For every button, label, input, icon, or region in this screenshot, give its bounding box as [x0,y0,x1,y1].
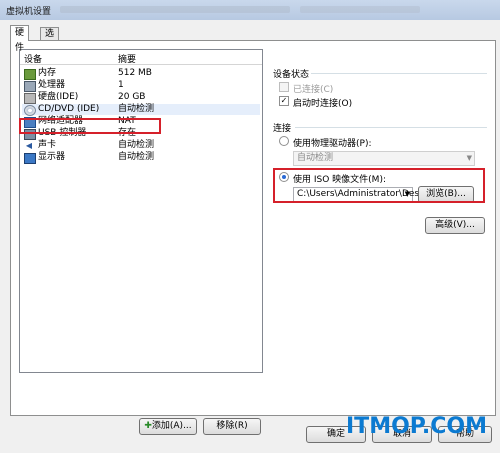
watermark-text: ITMOP.COM [346,414,487,439]
device-summary: 自动检测 [118,104,155,114]
tab-hardware[interactable]: 硬件 [10,25,30,53]
physical-drive-value: 自动检测 [297,153,334,163]
tab-options[interactable]: 选项 [40,27,60,52]
device-row-display[interactable]: 显示器 自动检测 [22,152,260,164]
column-summary[interactable]: 摘要 [118,52,136,65]
vm-settings-dialog: 硬件 选项 设备 摘要 内存 512 MB 处理器 1 硬盘(IDE) 2 [4,20,496,450]
physical-drive-radio[interactable] [279,136,289,146]
remove-button[interactable]: 移除(R) [203,418,261,435]
chevron-down-icon: ▼ [466,154,472,162]
device-name: 声卡 [38,140,57,150]
device-name: 显示器 [38,152,66,162]
add-icon: ✚ [144,421,152,431]
device-status-title: 设备状态 [273,70,310,80]
connected-label: 已连接(C) [293,85,334,95]
hardware-panel: 设备 摘要 内存 512 MB 处理器 1 硬盘(IDE) 20 GB CD/D… [10,40,496,435]
connect-at-power-on-checkbox[interactable]: ✓ [279,96,289,106]
device-row-sound[interactable]: ◀ 声卡 自动检测 [22,140,260,151]
device-summary: 512 MB [118,68,152,78]
device-name: 硬盘(IDE) [38,92,79,102]
device-name: 内存 [38,68,57,78]
device-row-processor[interactable]: 处理器 1 [22,80,260,92]
cdrom-icon [24,105,36,116]
title-bar: 虚拟机设置 [0,0,500,20]
connected-checkbox[interactable] [279,82,289,92]
device-row-memory[interactable]: 内存 512 MB [22,68,260,80]
title-bar-blur [60,6,290,13]
device-summary: 自动检测 [118,152,155,162]
monitor-icon [24,153,36,164]
device-list-header: 设备 摘要 [20,50,262,65]
memory-icon [24,69,36,80]
device-row-harddisk[interactable]: 硬盘(IDE) 20 GB [22,92,260,104]
title-bar-blur [300,6,420,13]
device-summary: 自动检测 [118,140,155,150]
iso-highlight-box [273,168,485,203]
window-title: 虚拟机设置 [6,7,52,17]
device-list[interactable]: 设备 摘要 内存 512 MB 处理器 1 硬盘(IDE) 20 GB CD/D… [19,49,263,373]
processor-icon [24,81,36,92]
connect-at-power-on-label: 启动时连接(O) [293,99,353,109]
connection-title: 连接 [273,124,292,134]
divider [295,127,487,128]
add-button[interactable]: ✚添加(A)... [139,418,197,435]
add-button-label: 添加(A)... [151,421,192,431]
device-name: 处理器 [38,80,66,90]
device-name: CD/DVD (IDE) [38,104,100,114]
divider [311,73,487,74]
device-summary: 1 [118,80,124,90]
speaker-icon: ◀ [25,141,33,150]
cdrom-highlight-box [19,118,161,134]
harddisk-icon [24,93,36,104]
physical-drive-label: 使用物理驱动器(P): [293,139,372,149]
advanced-button[interactable]: 高级(V)... [425,217,485,234]
physical-drive-select[interactable]: 自动检测 ▼ [293,151,475,166]
column-device[interactable]: 设备 [24,52,42,65]
device-row-cdrom[interactable]: CD/DVD (IDE) 自动检测 [22,104,260,116]
device-summary: 20 GB [118,92,146,102]
